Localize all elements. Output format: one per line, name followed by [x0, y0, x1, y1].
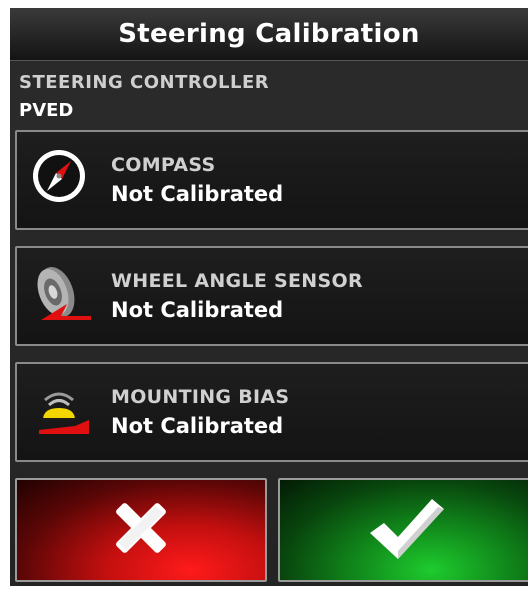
wheel-angle-sensor-calibration-item[interactable]: WHEEL ANGLE SENSOR Not Calibrated — [15, 246, 528, 346]
check-icon — [366, 493, 446, 567]
mounting-bias-name: MOUNTING BIAS — [111, 386, 290, 408]
compass-icon — [27, 142, 99, 218]
steering-controller-value: PVED — [19, 100, 74, 121]
steering-calibration-panel: Steering Calibration STEERING CONTROLLER… — [10, 8, 528, 586]
cancel-button[interactable] — [15, 478, 267, 582]
compass-status: Not Calibrated — [111, 182, 284, 206]
wheel-angle-sensor-name: WHEEL ANGLE SENSOR — [111, 270, 363, 292]
mounting-bias-icon — [27, 374, 99, 450]
compass-calibration-item[interactable]: COMPASS Not Calibrated — [15, 130, 528, 230]
mounting-bias-calibration-item[interactable]: MOUNTING BIAS Not Calibrated — [15, 362, 528, 462]
confirm-button[interactable] — [278, 478, 528, 582]
wheel-angle-sensor-icon — [27, 258, 99, 334]
wheel-angle-sensor-status: Not Calibrated — [111, 298, 284, 322]
screen: Steering Calibration STEERING CONTROLLER… — [0, 0, 528, 590]
mounting-bias-status: Not Calibrated — [111, 414, 284, 438]
steering-controller-label: STEERING CONTROLLER — [19, 72, 270, 93]
compass-name: COMPASS — [111, 154, 216, 176]
page-title: Steering Calibration — [118, 19, 420, 49]
title-bar: Steering Calibration — [10, 8, 528, 61]
close-icon — [106, 493, 176, 567]
